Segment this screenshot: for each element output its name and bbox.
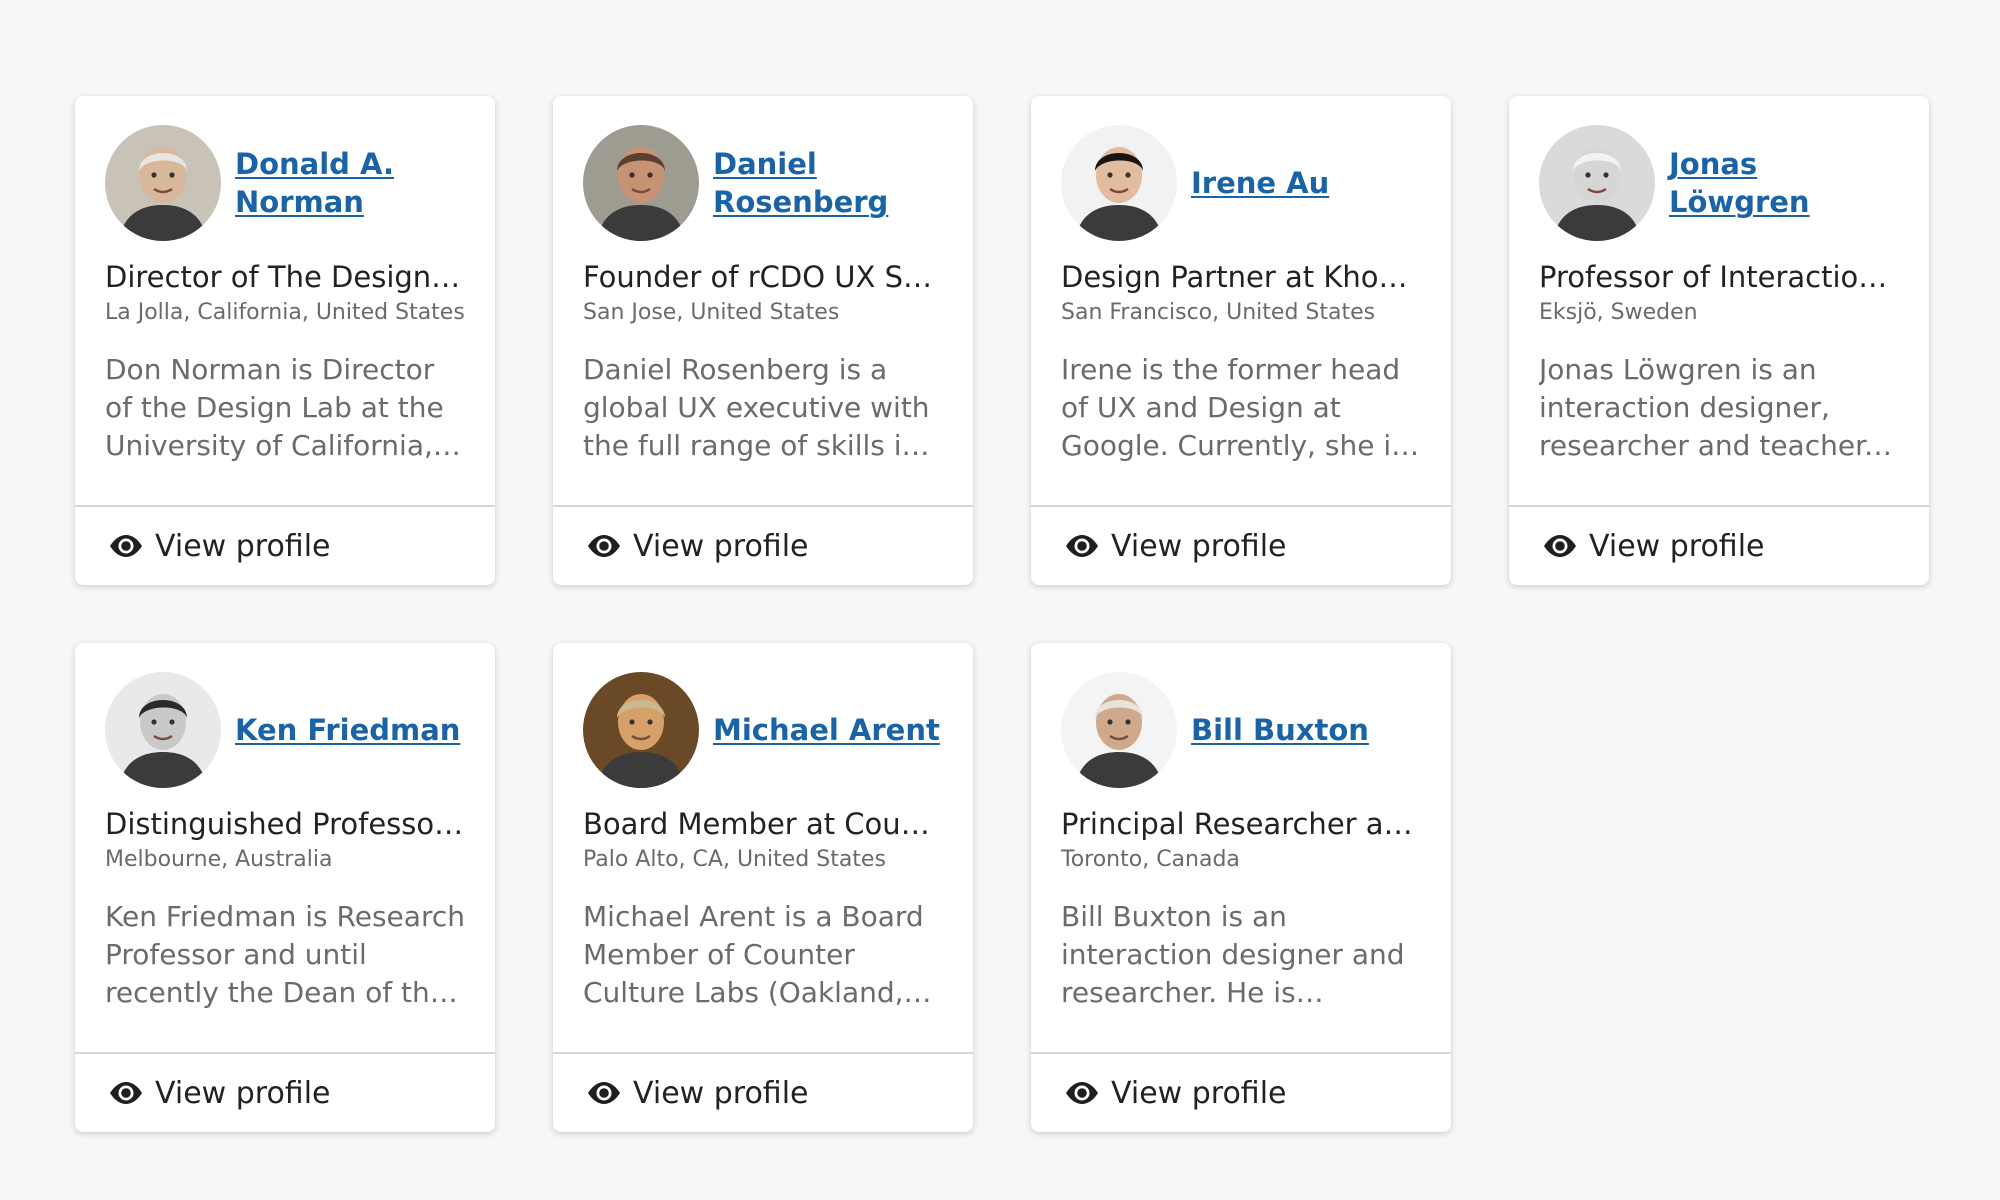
eye-icon bbox=[1065, 535, 1099, 557]
profile-name-link[interactable]: Ken Friedman bbox=[235, 711, 460, 749]
view-profile-button[interactable]: View profile bbox=[553, 505, 973, 585]
profile-title: Distinguished Professor of Design bbox=[105, 807, 465, 841]
view-profile-button[interactable]: View profile bbox=[1509, 505, 1929, 585]
profile-card: Donald A. Norman Director of The Design … bbox=[75, 96, 495, 585]
view-profile-label: View profile bbox=[1111, 528, 1287, 564]
profile-location: La Jolla, California, United States bbox=[105, 300, 465, 325]
profile-card: Irene Au Design Partner at Khosla Ventur… bbox=[1031, 96, 1451, 585]
profile-name-link[interactable]: Daniel Rosenberg bbox=[713, 145, 943, 221]
profile-card: Jonas Löwgren Professor of Interaction D… bbox=[1509, 96, 1929, 585]
eye-icon bbox=[1065, 1082, 1099, 1104]
profile-name-link[interactable]: Donald A. Norman bbox=[235, 145, 465, 221]
eye-icon bbox=[109, 1082, 143, 1104]
profile-card-body: Ken Friedman Distinguished Professor of … bbox=[75, 643, 495, 1052]
profile-card-header: Irene Au bbox=[1061, 124, 1421, 242]
profile-card: Michael Arent Board Member at Counter Cu… bbox=[553, 643, 973, 1132]
profile-card-header: Daniel Rosenberg bbox=[583, 124, 943, 242]
profile-card-body: Bill Buxton Principal Researcher at Micr… bbox=[1031, 643, 1451, 1052]
profile-card-header: Bill Buxton bbox=[1061, 671, 1421, 789]
profile-location: San Francisco, United States bbox=[1061, 300, 1376, 325]
profile-card-header: Michael Arent bbox=[583, 671, 943, 789]
profile-card-header: Ken Friedman bbox=[105, 671, 465, 789]
profile-location: Palo Alto, CA, United States bbox=[583, 847, 886, 872]
profile-bio: Irene is the former head of UX and Desig… bbox=[1061, 353, 1406, 462]
profile-card: Bill Buxton Principal Researcher at Micr… bbox=[1031, 643, 1451, 1132]
profile-title: Founder of rCDO UX Strategy bbox=[583, 260, 943, 294]
view-profile-label: View profile bbox=[155, 528, 331, 564]
avatar[interactable] bbox=[583, 672, 699, 788]
profile-bio: Michael Arent is a Board Member of Count… bbox=[583, 900, 924, 1009]
profile-title: Principal Researcher at Microsoft Resear… bbox=[1061, 807, 1421, 841]
eye-icon bbox=[587, 1082, 621, 1104]
profile-title: Board Member at Counter Culture Labs bbox=[583, 807, 943, 841]
profile-card-header: Jonas Löwgren bbox=[1539, 124, 1899, 242]
profile-card-grid: Donald A. Norman Director of The Design … bbox=[75, 96, 1929, 1132]
profile-title: Design Partner at Khosla Ventures bbox=[1061, 260, 1421, 294]
profile-card-body: Michael Arent Board Member at Counter Cu… bbox=[553, 643, 973, 1052]
profile-bio: Don Norman is Director of the Design Lab… bbox=[105, 353, 444, 462]
profile-card-body: Daniel Rosenberg Founder of rCDO UX Stra… bbox=[553, 96, 973, 505]
avatar[interactable] bbox=[1061, 125, 1177, 241]
profile-bio: Jonas Löwgren is an interaction designer… bbox=[1539, 353, 1873, 462]
profile-title: Director of The Design Lab bbox=[105, 260, 465, 294]
view-profile-button[interactable]: View profile bbox=[1031, 1052, 1451, 1132]
profile-name-link[interactable]: Irene Au bbox=[1191, 164, 1329, 202]
profile-location: Eksjö, Sweden bbox=[1539, 300, 1698, 325]
profile-bio: Ken Friedman is Research Professor and u… bbox=[105, 900, 465, 1009]
avatar[interactable] bbox=[105, 125, 221, 241]
view-profile-label: View profile bbox=[155, 1075, 331, 1111]
avatar[interactable] bbox=[1061, 672, 1177, 788]
profile-card-body: Donald A. Norman Director of The Design … bbox=[75, 96, 495, 505]
eye-icon bbox=[109, 535, 143, 557]
profile-name-link[interactable]: Michael Arent bbox=[713, 711, 940, 749]
profile-bio: Bill Buxton is an interaction designer a… bbox=[1061, 900, 1405, 1009]
profile-title: Professor of Interaction Design bbox=[1539, 260, 1899, 294]
avatar[interactable] bbox=[1539, 125, 1655, 241]
view-profile-button[interactable]: View profile bbox=[553, 1052, 973, 1132]
profile-name-link[interactable]: Bill Buxton bbox=[1191, 711, 1369, 749]
eye-icon bbox=[587, 535, 621, 557]
avatar[interactable] bbox=[583, 125, 699, 241]
profile-card-body: Irene Au Design Partner at Khosla Ventur… bbox=[1031, 96, 1451, 505]
profile-location: Toronto, Canada bbox=[1061, 847, 1240, 872]
view-profile-label: View profile bbox=[633, 1075, 809, 1111]
view-profile-label: View profile bbox=[1111, 1075, 1287, 1111]
profile-location: San Jose, United States bbox=[583, 300, 840, 325]
view-profile-label: View profile bbox=[1589, 528, 1765, 564]
view-profile-button[interactable]: View profile bbox=[75, 505, 495, 585]
profile-location: Melbourne, Australia bbox=[105, 847, 333, 872]
profile-name-link[interactable]: Jonas Löwgren bbox=[1669, 145, 1899, 221]
profile-card: Ken Friedman Distinguished Professor of … bbox=[75, 643, 495, 1132]
view-profile-label: View profile bbox=[633, 528, 809, 564]
view-profile-button[interactable]: View profile bbox=[75, 1052, 495, 1132]
profile-card: Daniel Rosenberg Founder of rCDO UX Stra… bbox=[553, 96, 973, 585]
profile-card-body: Jonas Löwgren Professor of Interaction D… bbox=[1509, 96, 1929, 505]
profile-bio: Daniel Rosenberg is a global UX executiv… bbox=[583, 353, 930, 462]
view-profile-button[interactable]: View profile bbox=[1031, 505, 1451, 585]
profile-card-header: Donald A. Norman bbox=[105, 124, 465, 242]
eye-icon bbox=[1543, 535, 1577, 557]
avatar[interactable] bbox=[105, 672, 221, 788]
